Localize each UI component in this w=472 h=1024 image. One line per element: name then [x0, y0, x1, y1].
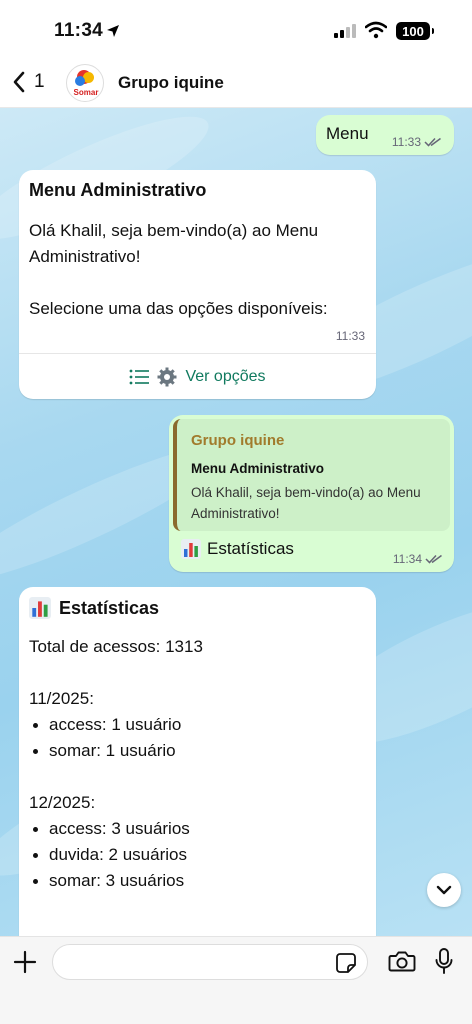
sticker-button[interactable]	[335, 952, 357, 979]
list-item: access: 3 usuários	[29, 816, 369, 842]
wifi-icon	[364, 21, 388, 44]
message-input-bar	[0, 936, 472, 1024]
month-stats-list: access: 1 usuário somar: 1 usuário	[29, 712, 369, 764]
list-item: somar: 1 usuário	[29, 738, 369, 764]
unread-count: 1	[34, 71, 45, 92]
view-options-button[interactable]: Ver opções	[19, 354, 376, 399]
gear-icon	[157, 367, 177, 386]
message-incoming-stats[interactable]: Estatísticas Total de acessos: 1313 11/2…	[19, 587, 376, 936]
avatar[interactable]: Somar	[66, 64, 104, 102]
total-accesses: Total de acessos: 1313	[29, 637, 203, 656]
back-button[interactable]: 1	[12, 70, 45, 94]
message-title-text: Estatísticas	[59, 597, 160, 618]
message-text: Menu	[326, 124, 369, 143]
message-prompt: Selecione uma das opções disponíveis:	[29, 299, 328, 318]
message-outgoing[interactable]: Menu 11:33	[316, 115, 454, 155]
message-time: 11:33	[335, 329, 365, 343]
camera-button[interactable]	[388, 949, 416, 978]
chevron-left-icon	[13, 71, 25, 93]
quoted-message[interactable]: Grupo iquine Menu Administrativo Olá Kha…	[173, 419, 450, 531]
chat-title[interactable]: Grupo iquine	[118, 73, 224, 93]
plus-icon	[13, 950, 37, 974]
month-label: 12/2025:	[29, 793, 96, 812]
sticker-icon	[336, 953, 356, 973]
avatar-logo-text: Somar	[73, 88, 99, 97]
message-time: 11:34	[392, 552, 422, 566]
list-item: somar: 3 usuários	[29, 868, 369, 894]
chat-area[interactable]: Menu 11:33 Menu Administrativo Olá Khali…	[0, 108, 472, 936]
status-time: 11:34	[54, 20, 104, 41]
message-title: Menu Administrativo	[29, 180, 207, 200]
battery-indicator: 100	[396, 22, 434, 40]
double-check-icon	[424, 137, 441, 147]
message-input[interactable]	[67, 951, 327, 973]
camera-icon	[388, 951, 416, 972]
message-title: Estatísticas	[29, 597, 159, 619]
message-body: Olá Khalil, seja bem-vindo(a) ao Menu Ad…	[29, 218, 369, 322]
message-greeting: Olá Khalil, seja bem-vindo(a) ao Menu Ad…	[29, 221, 319, 266]
status-bar: 11:34 100	[0, 0, 472, 58]
list-item: access: 1 usuário	[29, 712, 369, 738]
stats-body: Total de acessos: 1313 11/2025: access: …	[29, 634, 369, 894]
message-incoming[interactable]: Menu Administrativo Olá Khalil, seja bem…	[19, 170, 376, 399]
signal-icon	[334, 24, 356, 38]
message-meta: 11:34	[393, 552, 443, 566]
quote-text: Olá Khalil, seja bem-vindo(a) ao Menu Ad…	[191, 485, 421, 521]
attach-button[interactable]	[13, 950, 37, 979]
message-outgoing-reply[interactable]: Grupo iquine Menu Administrativo Olá Kha…	[169, 415, 454, 572]
quote-author: Grupo iquine	[191, 432, 285, 449]
chevron-down-icon	[436, 885, 452, 895]
bar-chart-icon	[181, 539, 201, 559]
scroll-to-bottom-button[interactable]	[427, 873, 461, 907]
message-meta: 11:33	[392, 135, 442, 149]
microphone-icon	[435, 948, 453, 974]
location-arrow-icon	[106, 24, 120, 43]
message-time: 11:33	[391, 135, 421, 149]
list-icon	[130, 369, 150, 384]
chat-header: 1 Somar Grupo iquine	[0, 58, 472, 108]
list-item: duvida: 2 usuários	[29, 842, 369, 868]
double-check-icon	[425, 554, 442, 564]
message-text-label: Estatísticas	[207, 539, 294, 558]
bar-chart-icon	[29, 597, 51, 619]
microphone-button[interactable]	[434, 947, 454, 980]
view-options-label: Ver opções	[185, 367, 266, 385]
month-label: 11/2025:	[29, 689, 94, 708]
message-field[interactable]	[52, 944, 368, 980]
message-text: Estatísticas	[181, 539, 294, 559]
month-stats-list: access: 3 usuários duvida: 2 usuários so…	[29, 816, 369, 894]
quote-title: Menu Administrativo	[191, 461, 325, 476]
